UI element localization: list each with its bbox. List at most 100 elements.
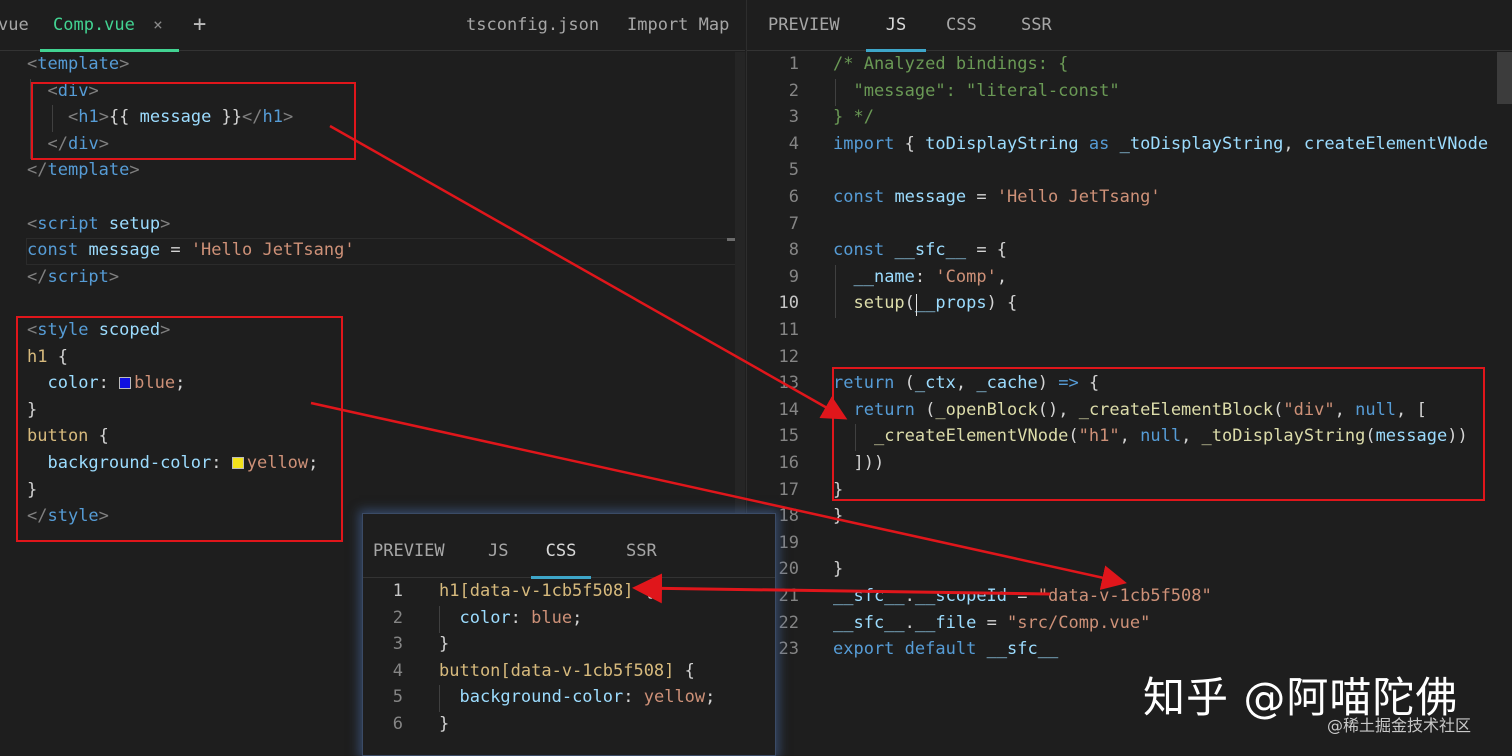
indent-guide <box>439 685 440 712</box>
code-token: ; <box>572 607 583 628</box>
code-line: </script> <box>27 264 119 291</box>
code-token: /* Analyzed bindings: { <box>833 54 1069 74</box>
output-tab-bar: PREVIEW JS CSS SSR <box>747 0 1512 52</box>
indent-guide <box>835 79 836 106</box>
code-token: __sfc__ <box>986 639 1059 660</box>
code-token: export <box>833 639 895 660</box>
code-token: background-color <box>459 687 624 708</box>
tab-comp-vue-label: Comp.vue <box>53 15 135 35</box>
code-token: blue <box>531 607 573 628</box>
line-number: 2 <box>392 607 403 628</box>
line-number: 10 <box>778 293 799 314</box>
code-token: > <box>108 266 120 287</box>
close-icon[interactable]: × <box>153 15 163 34</box>
file-tab-bar: vue Comp.vue × + tsconfig.json Import Ma… <box>0 0 745 52</box>
popup-tab-ssr[interactable]: SSR <box>626 526 657 578</box>
text-cursor <box>916 294 917 316</box>
code-token: message <box>894 187 967 207</box>
line-number: 11 <box>778 320 799 340</box>
code-token: </ <box>27 266 48 287</box>
code-line: } <box>439 711 449 738</box>
code-token: color <box>459 607 511 628</box>
code-token: __props <box>914 293 987 314</box>
code-line: const __sfc__ = { <box>833 237 1007 264</box>
line-number: 14 <box>778 399 799 420</box>
tab-comp-vue[interactable]: Comp.vue × <box>40 0 179 52</box>
code-line: } <box>833 503 843 530</box>
code-token: } <box>833 559 844 580</box>
code-token: </ <box>27 160 48 181</box>
code-token: __file <box>914 612 977 633</box>
code-token: > <box>129 160 140 181</box>
code-token: . <box>904 586 915 606</box>
code-token: template <box>37 54 120 74</box>
vertical-scrollbar[interactable] <box>1497 52 1512 104</box>
indent-guide <box>439 606 440 633</box>
add-file-button[interactable]: + <box>193 0 206 51</box>
code-line: __sfc__.__scopeId = "data-v-1cb5f508" <box>833 583 1212 610</box>
code-token: { <box>633 581 654 601</box>
code-token: const <box>833 240 885 261</box>
code-token: = <box>976 612 1008 633</box>
tab-js-label: JS <box>885 15 907 35</box>
code-line: } <box>833 556 843 583</box>
css-output-popup: PREVIEW JS CSS SSR 1 2 3 4 5 6 h1[data-v-1cb5… <box>362 513 776 756</box>
code-token: . <box>904 612 915 633</box>
code-line: color: blue; <box>439 605 582 632</box>
code-token: template <box>47 160 130 181</box>
line-number: 15 <box>778 426 799 447</box>
code-line: __name: 'Comp', <box>833 264 1007 291</box>
code-line: const message = 'Hello JetTsang' <box>833 184 1161 211</box>
tab-import-map[interactable]: Import Map <box>627 0 729 51</box>
code-token: toDisplayString <box>925 133 1079 154</box>
line-number: 17 <box>778 479 799 500</box>
code-token: < <box>27 213 38 234</box>
code-token: 'Hello JetTsang' <box>996 187 1161 207</box>
code-token: __scopeId <box>914 586 1008 606</box>
watermark-juejin: @稀土掘金技术社区 <box>1327 716 1472 735</box>
code-token: script <box>47 266 109 287</box>
line-number: 7 <box>788 213 799 234</box>
code-line: } */ <box>833 104 874 131</box>
code-token: } <box>439 714 450 734</box>
code-line: <script setup> <box>27 211 170 238</box>
tab-preview[interactable]: PREVIEW <box>768 0 840 51</box>
popup-tab-css[interactable]: CSS <box>531 526 591 579</box>
tab-ssr[interactable]: SSR <box>1021 0 1052 51</box>
code-token: _toDisplayString <box>1119 133 1284 154</box>
code-line: __sfc__.__file = "src/Comp.vue" <box>833 610 1150 637</box>
tab-partial-vue-file[interactable]: vue <box>0 0 29 51</box>
template-highlight-box <box>31 82 356 160</box>
code-line: h1[data-v-1cb5f508] { <box>439 578 654 605</box>
code-token: } <box>833 506 844 527</box>
code-token: as <box>1088 133 1110 154</box>
code-line: background-color: yellow; <box>439 684 715 711</box>
code-token: __sfc__ <box>833 612 905 633</box>
code-token: __sfc__ <box>833 586 905 606</box>
render-function-highlight-box <box>832 367 1485 501</box>
code-line: } <box>439 631 449 658</box>
popup-tab-preview[interactable]: PREVIEW <box>373 526 445 578</box>
compiled-css-code[interactable]: h1[data-v-1cb5f508] { color: blue;} butto… <box>439 578 769 748</box>
tab-js[interactable]: JS <box>866 0 926 52</box>
tab-css[interactable]: CSS <box>946 0 977 51</box>
code-token: : <box>510 607 532 628</box>
code-token: = <box>966 187 997 207</box>
popup-tab-js[interactable]: JS <box>488 526 508 578</box>
code-token: > <box>160 213 171 234</box>
code-token: default <box>904 639 977 660</box>
code-token: = <box>1007 586 1038 606</box>
code-token: yellow <box>643 687 706 708</box>
code-token: "data-v-1cb5f508" <box>1037 586 1212 606</box>
tab-tsconfig[interactable]: tsconfig.json <box>466 0 599 51</box>
line-number: 1 <box>788 54 799 74</box>
